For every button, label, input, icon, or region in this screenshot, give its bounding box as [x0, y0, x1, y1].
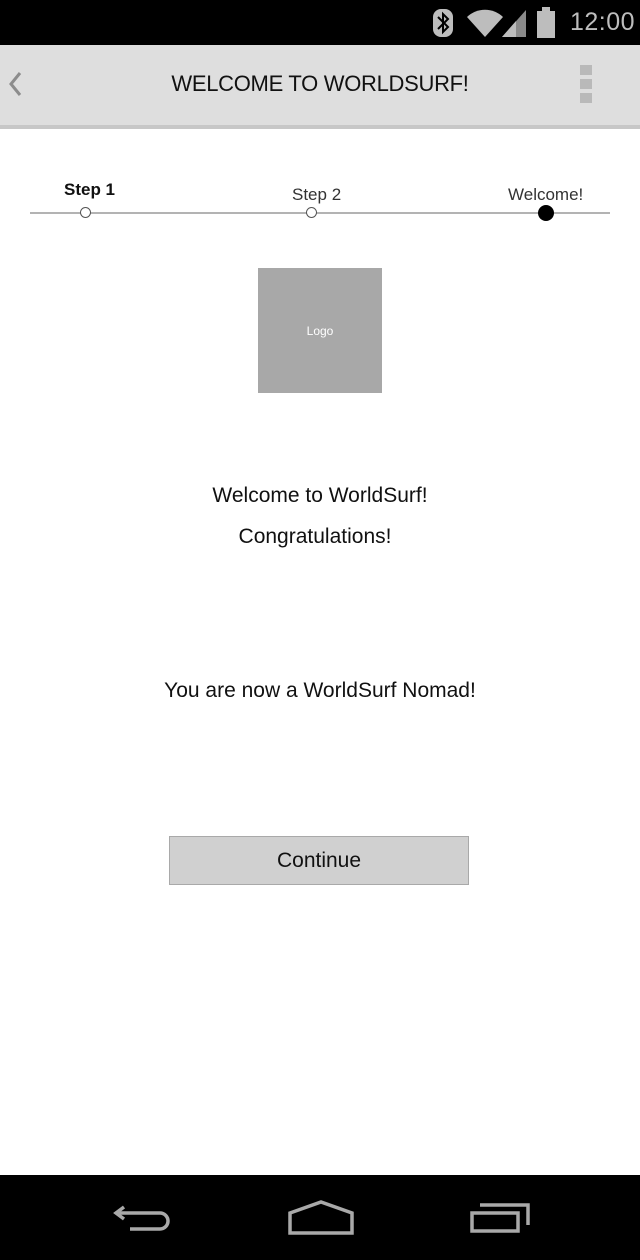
back-icon[interactable] [110, 1199, 174, 1235]
home-icon[interactable] [286, 1199, 356, 1237]
step-welcome-label: Welcome! [508, 185, 584, 204]
congratulations-message: Congratulations! [238, 525, 392, 548]
logo-label: Logo [306, 323, 334, 338]
wifi-icon [467, 9, 503, 37]
nomad-message: You are now a WorldSurf Nomad! [164, 679, 476, 702]
signal-icon [502, 10, 526, 37]
welcome-message: Welcome to WorldSurf! [212, 484, 428, 507]
recent-apps-icon[interactable] [468, 1199, 534, 1235]
step-welcome-dot [538, 205, 554, 221]
step-2-dot [306, 207, 317, 218]
status-clock: 12:00 [570, 8, 636, 36]
step-1-dot [80, 207, 91, 218]
continue-button[interactable]: Continue [169, 836, 469, 885]
status-bar: 12:00 [0, 0, 640, 45]
stepper-line [30, 212, 610, 214]
system-nav-bar [0, 1175, 640, 1260]
bluetooth-icon [433, 9, 453, 37]
logo: Logo [258, 268, 382, 393]
step-1-label: Step 1 [64, 180, 116, 199]
overflow-menu-icon[interactable] [580, 65, 592, 107]
app-bar: WELCOME TO WORLDSURF! [0, 45, 640, 129]
step-2-label: Step 2 [292, 185, 342, 204]
battery-icon [537, 7, 555, 38]
progress-stepper: Step 1 Step 2 Welcome! [0, 170, 640, 230]
page-title: WELCOME TO WORLDSURF! [171, 71, 469, 96]
